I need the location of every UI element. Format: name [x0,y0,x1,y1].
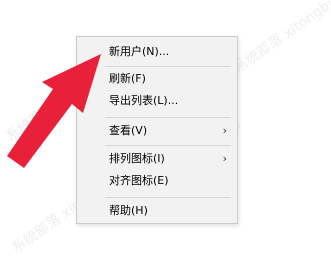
watermark-text: 系统部落 xitongbuluo [230,0,331,77]
menu-item-label: 帮助(H) [109,204,148,217]
menu-item-align-icons[interactable]: 对齐图标(E) [77,170,237,192]
menu-separator [105,197,231,198]
menu-item-arrange-icons[interactable]: 排列图标(I) › [77,148,237,170]
menu-item-label: 刷新(F) [109,72,146,85]
menu-item-label: 新用户(N)... [109,45,170,58]
menu-item-help[interactable]: 帮助(H) [77,200,237,222]
chevron-right-icon: › [222,124,227,137]
menu-separator [105,117,231,118]
menu-item-refresh[interactable]: 刷新(F) [77,68,237,90]
menu-separator [105,66,231,67]
context-menu: 新用户(N)... 刷新(F) 导出列表(L)... 查看(V) › 排列图标(… [76,36,238,224]
menu-item-export-list[interactable]: 导出列表(L)... [77,90,237,112]
menu-item-new-user[interactable]: 新用户(N)... [77,41,237,63]
menu-item-view[interactable]: 查看(V) › [77,120,237,142]
menu-item-label: 排列图标(I) [109,152,165,165]
chevron-right-icon: › [222,152,227,165]
menu-separator [105,145,231,146]
menu-item-label: 查看(V) [109,124,148,137]
menu-item-label: 对齐图标(E) [109,174,169,187]
menu-item-label: 导出列表(L)... [109,94,179,107]
screenshot-canvas: 系统部落 xitongbuluo 系统部落 xitongbuluo 系统部落 x… [0,0,331,257]
